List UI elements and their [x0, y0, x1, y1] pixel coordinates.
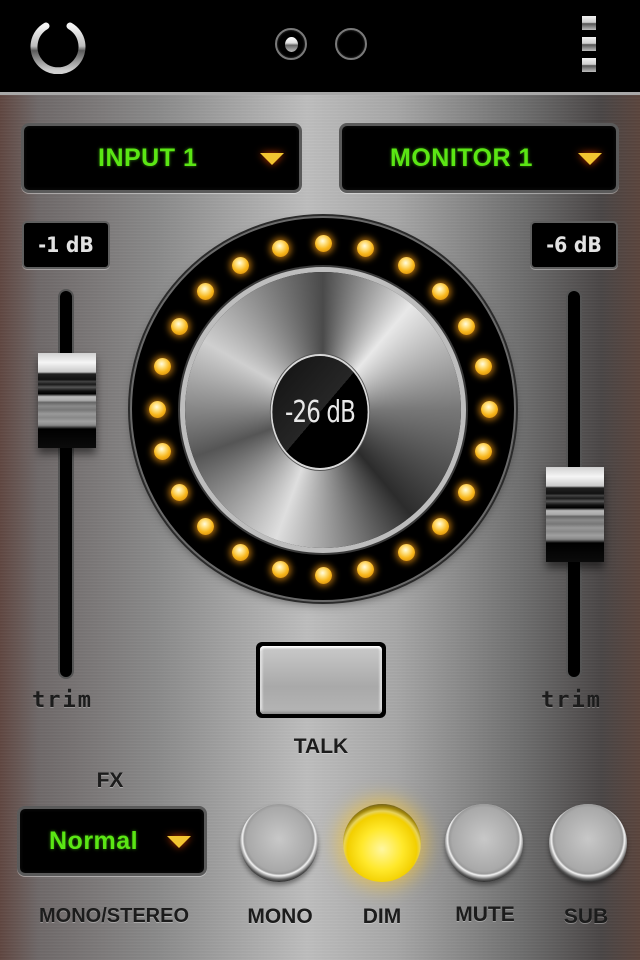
left-trim-label: trim [32, 688, 93, 713]
level-led [271, 240, 289, 258]
level-led [458, 317, 476, 335]
mute-label: MUTE [455, 903, 515, 926]
fx-select[interactable]: Normal [17, 806, 207, 876]
talk-button-face [260, 646, 382, 714]
level-led [314, 234, 332, 252]
mono-button[interactable] [240, 804, 318, 882]
menu-icon[interactable] [582, 16, 596, 74]
monitor-select-label: MONITOR 1 [390, 143, 533, 172]
level-led [397, 544, 415, 562]
level-led [170, 483, 188, 501]
top-bar [0, 0, 640, 92]
level-led [431, 517, 449, 535]
fx-caption: MONO/STEREO [38, 905, 189, 927]
talk-label: TALK [293, 735, 349, 758]
mono-label: MONO [247, 905, 313, 928]
sub-label: SUB [563, 905, 609, 928]
page-indicator-1[interactable] [275, 28, 307, 60]
monitor-select[interactable]: MONITOR 1 [339, 123, 619, 193]
level-led [357, 240, 375, 258]
dropdown-arrow-icon [260, 153, 284, 165]
level-led [154, 357, 172, 375]
level-led [431, 283, 449, 301]
level-led [231, 544, 249, 562]
level-led [474, 443, 492, 461]
right-fader-handle[interactable] [546, 467, 604, 562]
level-led [480, 400, 498, 418]
dim-button[interactable] [343, 804, 421, 882]
power-icon[interactable] [26, 14, 90, 74]
level-led [154, 443, 172, 461]
volume-readout: -26 dB [272, 356, 368, 468]
left-trim-value: -1 dB [22, 221, 110, 269]
page-indicator-2[interactable] [335, 28, 367, 60]
fx-title: FX [96, 769, 124, 792]
level-led [397, 256, 415, 274]
input-select[interactable]: INPUT 1 [21, 123, 302, 193]
level-led [148, 400, 166, 418]
level-led [170, 317, 188, 335]
level-led [231, 256, 249, 274]
level-led [271, 560, 289, 578]
mute-button[interactable] [445, 804, 523, 882]
level-led [357, 560, 375, 578]
right-trim-label: trim [541, 688, 602, 713]
right-trim-value: -6 dB [530, 221, 618, 269]
dropdown-arrow-icon [578, 153, 602, 165]
talk-button[interactable] [256, 642, 386, 718]
level-led [197, 283, 215, 301]
level-led [474, 357, 492, 375]
dim-label: DIM [362, 905, 402, 928]
level-led [458, 483, 476, 501]
dropdown-arrow-icon [167, 836, 191, 848]
level-led [314, 566, 332, 584]
fx-select-value: Normal [49, 826, 139, 855]
sub-button[interactable] [549, 804, 627, 882]
left-fader-track[interactable] [60, 291, 72, 677]
left-fader-handle[interactable] [38, 353, 96, 448]
input-select-label: INPUT 1 [98, 143, 198, 172]
level-led [197, 517, 215, 535]
